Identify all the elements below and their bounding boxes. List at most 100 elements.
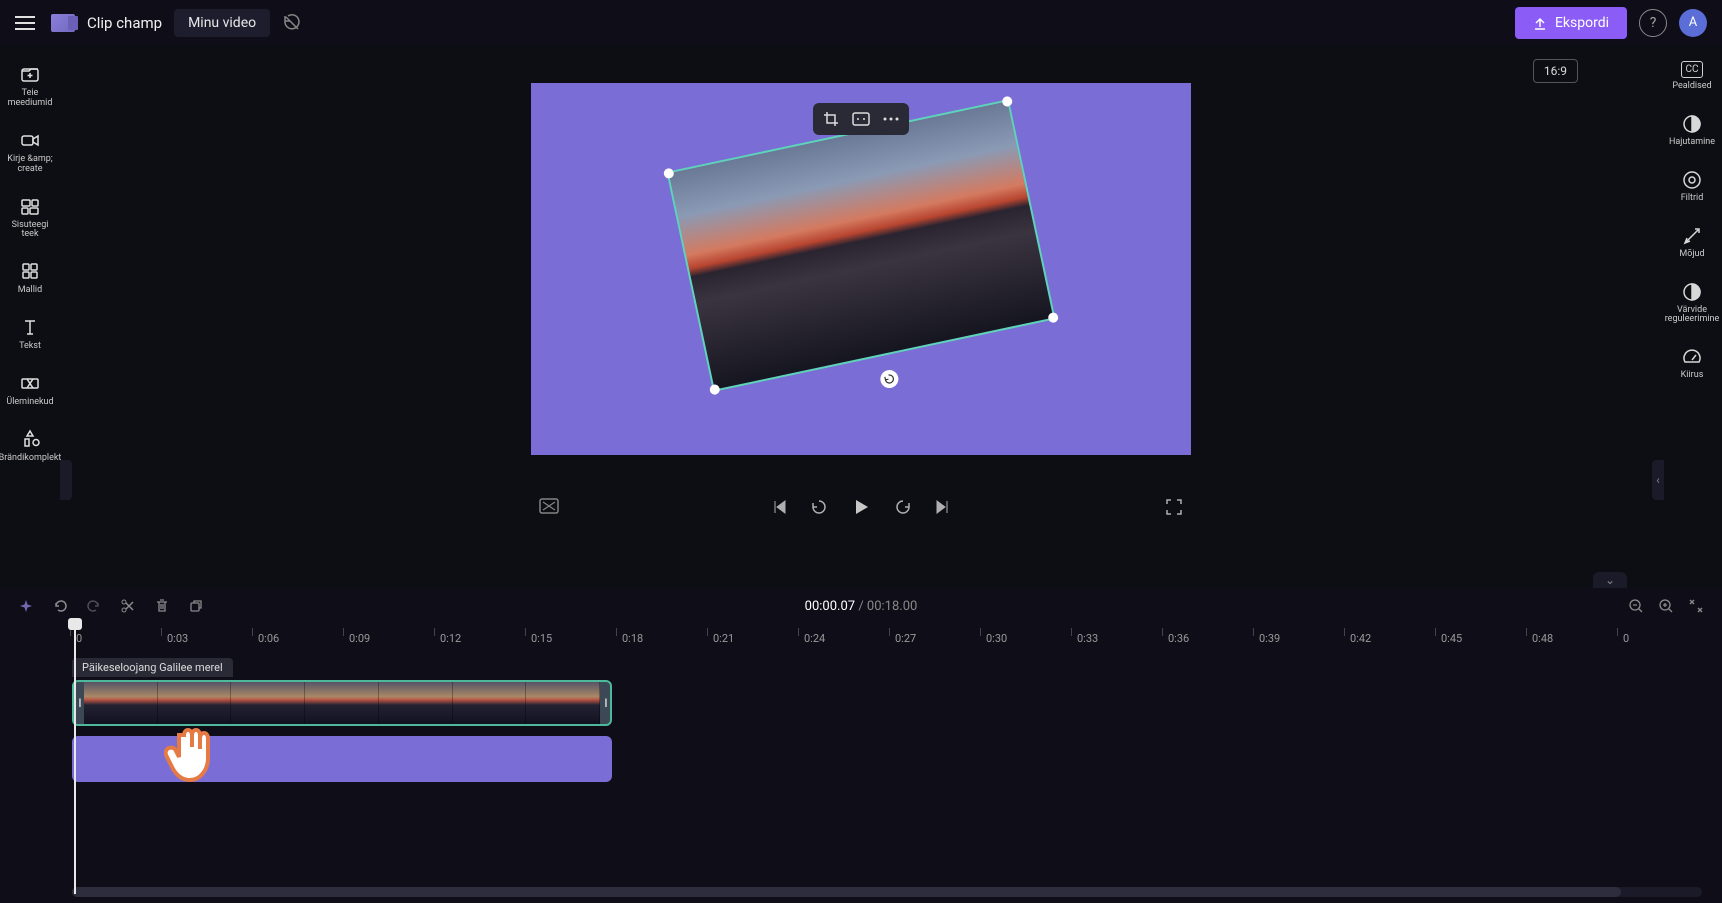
skip-back-button[interactable] <box>771 499 787 515</box>
app-logo-icon <box>51 14 75 32</box>
rsb-label: Hajutamine <box>1669 138 1715 148</box>
more-options-button[interactable] <box>881 109 901 129</box>
rsb-color-adjust[interactable]: Värvide reguleerimine <box>1663 278 1722 330</box>
brand-kit-icon <box>19 428 41 450</box>
ruler-mark: 0:30 <box>980 624 1071 652</box>
video-clip[interactable]: || || <box>72 680 612 726</box>
ruler-mark: 0:15 <box>525 624 616 652</box>
background-clip[interactable] <box>72 736 612 782</box>
clip-toolbar <box>813 103 909 135</box>
sidebar-item-templates[interactable]: Mallid <box>0 254 60 302</box>
sidebar-item-brand-kit[interactable]: Brändikomplekt <box>0 422 60 470</box>
filters-icon <box>1682 170 1702 190</box>
rsb-label: Pealdised <box>1672 82 1711 92</box>
ruler-mark: 0:03 <box>161 624 252 652</box>
sync-off-icon[interactable] <box>282 13 302 33</box>
fade-icon <box>1682 114 1702 134</box>
rsb-captions[interactable]: CC Pealdised <box>1670 57 1713 96</box>
ruler-mark: 0:12 <box>434 624 525 652</box>
help-button[interactable]: ? <box>1639 9 1667 37</box>
video-canvas[interactable] <box>531 83 1191 455</box>
hide-preview-button[interactable] <box>539 498 559 516</box>
rsb-fade[interactable]: Hajutamine <box>1667 110 1717 152</box>
zoom-in-button[interactable] <box>1658 598 1674 614</box>
rsb-label: Värvide reguleerimine <box>1665 306 1720 326</box>
zoom-fit-button[interactable] <box>1688 598 1704 614</box>
preview-area: 16:9 <box>60 45 1662 583</box>
aspect-ratio-selector[interactable]: 16:9 <box>1533 59 1578 83</box>
rotate-handle[interactable] <box>879 368 900 389</box>
sidebar-item-text[interactable]: Tekst <box>0 310 60 358</box>
ruler-mark: 0:09 <box>343 624 434 652</box>
redo-button[interactable] <box>86 598 102 614</box>
timeline: 00:00.07 / 00:18.00 00:030:060:090:120:1… <box>0 588 1722 903</box>
split-button[interactable] <box>120 598 136 614</box>
timeline-ruler[interactable]: 00:030:060:090:120:150:180:210:240:270:3… <box>70 624 1722 652</box>
duplicate-button[interactable] <box>188 598 204 614</box>
timeline-collapse-button[interactable]: ⌄ <box>1593 572 1627 588</box>
current-time: 00:00.07 <box>805 599 855 614</box>
app-name: Clip champ <box>87 14 162 32</box>
export-button[interactable]: Ekspordi <box>1515 7 1627 39</box>
rsb-label: Filtrid <box>1681 194 1704 204</box>
sidebar-label: Teie meediumid <box>2 89 58 109</box>
sidebar-label: Brändikomplekt <box>0 454 61 464</box>
timeline-toolbar: 00:00.07 / 00:18.00 <box>0 588 1722 624</box>
ruler-mark: 0:18 <box>616 624 707 652</box>
export-label: Ekspordi <box>1555 15 1609 31</box>
playback-controls <box>531 497 1191 517</box>
skip-forward-button[interactable] <box>935 499 951 515</box>
right-panel-collapse-handle[interactable]: ‹ <box>1652 460 1664 500</box>
app-header: Clip champ Minu video Ekspordi ? A <box>0 0 1722 45</box>
ai-sparkle-button[interactable] <box>18 598 34 614</box>
menu-button[interactable] <box>15 11 39 35</box>
ruler-mark: 0:33 <box>1071 624 1162 652</box>
ruler-mark: 0:06 <box>252 624 343 652</box>
ruler-mark: 0:39 <box>1253 624 1344 652</box>
timeline-timecode: 00:00.07 / 00:18.00 <box>805 599 918 614</box>
undo-button[interactable] <box>52 598 68 614</box>
ruler-mark: 0:45 <box>1435 624 1526 652</box>
resize-handle-br[interactable] <box>1047 312 1059 324</box>
sidebar-item-record-create[interactable]: Kirje &amp; create <box>0 123 60 181</box>
ruler-mark: 0:24 <box>798 624 889 652</box>
library-icon <box>19 195 41 217</box>
total-time: 00:18.00 <box>867 599 917 614</box>
video-camera-icon <box>19 129 41 151</box>
rsb-effects[interactable]: Mõjud <box>1677 222 1706 264</box>
timeline-playhead[interactable] <box>74 624 76 894</box>
timeline-scrollbar[interactable] <box>72 887 1702 897</box>
rsb-speed[interactable]: Kiirus <box>1679 343 1706 385</box>
clip-image <box>669 101 1053 389</box>
speedometer-icon <box>1682 347 1702 367</box>
transitions-icon <box>19 372 41 394</box>
clip-trim-handle-right[interactable]: || <box>600 682 610 724</box>
sidebar-label: Kirje &amp; create <box>7 155 52 175</box>
rsb-filters[interactable]: Filtrid <box>1679 166 1706 208</box>
sidebar-item-content-library[interactable]: Sisuteegi teek <box>0 189 60 247</box>
fit-button[interactable] <box>851 109 871 129</box>
left-sidebar: Teie meediumid Kirje &amp; create Sisute… <box>0 45 60 583</box>
crop-button[interactable] <box>821 109 841 129</box>
fullscreen-button[interactable] <box>1165 498 1183 516</box>
effects-icon <box>1682 226 1702 246</box>
play-button[interactable] <box>851 497 871 517</box>
forward-button[interactable] <box>893 497 913 517</box>
rewind-button[interactable] <box>809 497 829 517</box>
sidebar-label: Üleminekud <box>6 398 53 408</box>
sidebar-item-transitions[interactable]: Üleminekud <box>0 366 60 414</box>
ruler-mark: 0:27 <box>889 624 980 652</box>
timeline-zoom-controls <box>1628 598 1704 614</box>
user-avatar[interactable]: A <box>1679 9 1707 37</box>
sidebar-item-your-media[interactable]: Teie meediumid <box>0 57 60 115</box>
selected-clip[interactable] <box>666 99 1055 392</box>
rsb-label: Kiirus <box>1681 371 1704 381</box>
ruler-mark: 0 <box>70 624 161 652</box>
ruler-mark: 0 <box>1617 624 1708 652</box>
scrollbar-thumb[interactable] <box>72 887 1621 897</box>
ruler-mark: 0:36 <box>1162 624 1253 652</box>
zoom-out-button[interactable] <box>1628 598 1644 614</box>
timeline-tracks: Päikeseloojang Galilee merel || || <box>72 680 1722 782</box>
delete-button[interactable] <box>154 598 170 614</box>
project-name-input[interactable]: Minu video <box>174 9 270 37</box>
